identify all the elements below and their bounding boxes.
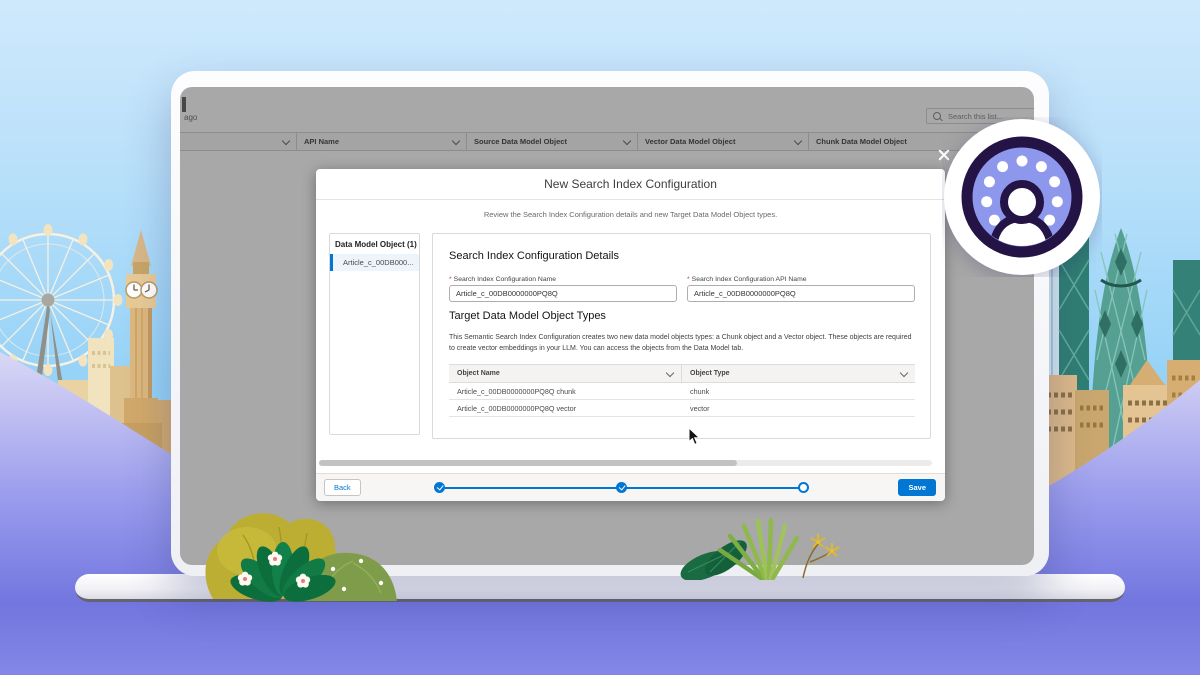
panel-header: Data Model Object (1) (330, 234, 419, 254)
back-button[interactable]: Back (324, 479, 361, 496)
config-name-input[interactable] (449, 285, 677, 302)
bush-illustration-right (668, 516, 848, 580)
horizontal-scrollbar (319, 460, 932, 466)
chevron-down-icon (900, 368, 908, 376)
last-updated-text: ago (184, 113, 197, 122)
target-types-heading: Target Data Model Object Types (449, 310, 606, 322)
object-name-column-header[interactable]: Object Name (449, 365, 682, 382)
config-api-name-input[interactable] (687, 285, 915, 302)
column-header-api-name[interactable]: API Name (296, 133, 466, 150)
details-heading: Search Index Configuration Details (449, 250, 619, 262)
bush-illustration-left (183, 497, 408, 603)
column-header-search-name[interactable]: Search Name (180, 133, 296, 150)
required-asterisk: * (687, 276, 690, 283)
modal-subtitle: Review the Search Index Configuration de… (316, 210, 945, 219)
yellow-flower-sprig (803, 534, 839, 578)
chevron-down-icon (623, 136, 631, 144)
scene: ago Search Name API Name Source Data Mod… (0, 0, 1200, 675)
chevron-down-icon (452, 136, 460, 144)
check-icon (436, 483, 443, 490)
required-asterisk: * (449, 276, 452, 283)
scrollbar-thumb[interactable] (319, 460, 737, 466)
chevron-down-icon (794, 136, 802, 144)
progress-step-1-complete[interactable] (434, 482, 445, 493)
search-icon (933, 112, 941, 120)
table-header-row: Object Name Object Type (449, 364, 915, 383)
save-button[interactable]: Save (898, 479, 936, 496)
clipped-title-fragment (182, 97, 186, 112)
config-name-label: *Search Index Configuration Name (449, 276, 556, 283)
table-row: Article_c_00DB0000000PQ8Q vector vector (449, 400, 915, 417)
configuration-details-card: Search Index Configuration Details *Sear… (432, 233, 931, 439)
panel-item-article[interactable]: Article_c_00DB000... (330, 254, 419, 271)
column-header-vector-dmo[interactable]: Vector Data Model Object (637, 133, 808, 150)
list-view-header-row: Search Name API Name Source Data Model O… (180, 132, 1034, 151)
new-search-index-configuration-modal: New Search Index Configuration Review th… (316, 169, 945, 500)
progress-step-3-current[interactable] (798, 482, 809, 493)
chevron-down-icon (666, 368, 674, 376)
check-icon (618, 483, 625, 490)
app-screen: ago Search Name API Name Source Data Mod… (180, 87, 1034, 565)
table-row: Article_c_00DB0000000PQ8Q chunk chunk (449, 383, 915, 400)
data-model-object-panel: Data Model Object (1) Article_c_00DB000.… (329, 233, 420, 435)
mouse-cursor-icon (688, 427, 702, 446)
column-header-source-dmo[interactable]: Source Data Model Object (466, 133, 637, 150)
modal-title: New Search Index Configuration (316, 169, 945, 200)
chevron-down-icon (282, 136, 290, 144)
progress-step-2-complete[interactable] (616, 482, 627, 493)
avatar (942, 117, 1102, 277)
target-objects-table: Object Name Object Type Article_c_00DB00… (449, 364, 915, 417)
object-type-column-header[interactable]: Object Type (682, 365, 915, 382)
modal-footer: Back Save (316, 473, 945, 501)
agent-avatar-icon (942, 117, 1102, 277)
config-api-name-label: *Search Index Configuration API Name (687, 276, 807, 283)
target-types-description: This Semantic Search Index Configuration… (449, 333, 913, 355)
